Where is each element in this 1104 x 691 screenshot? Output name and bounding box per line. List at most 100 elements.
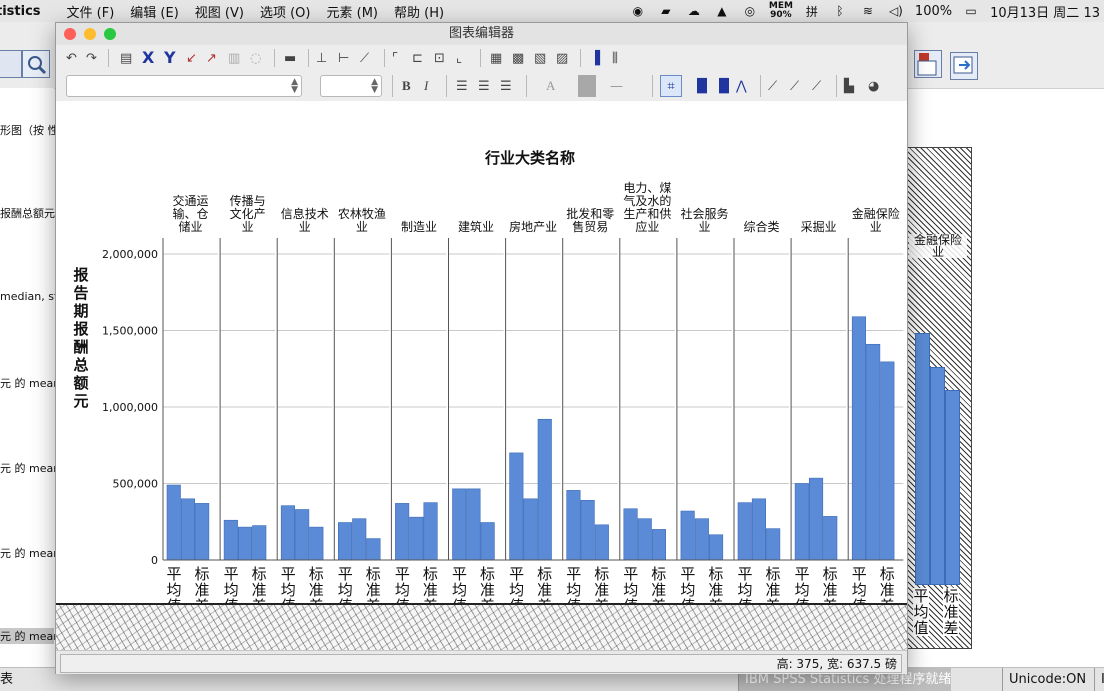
italic-button[interactable]: I xyxy=(424,77,428,95)
chart-editor-window: 图表编辑器 ↶ ↷ ▤ X Y ↙ ↗ ▥ ◌ ▬ ⊥ ⊢ ⟋ ⌜ ⊏ ⊡ ⌞ … xyxy=(55,22,908,674)
bar xyxy=(637,518,652,561)
y-axis-label-char: 总 xyxy=(73,356,88,374)
legend-icon[interactable]: ▧ xyxy=(534,49,546,67)
chart-canvas[interactable]: 行业大类名称报告期报酬总额元 0 500,000 1,000,000 1,500,000… xyxy=(56,101,907,615)
screen-icon[interactable]: ▰ xyxy=(657,3,675,19)
layout-icon[interactable]: ▨ xyxy=(556,49,568,67)
bar xyxy=(252,525,267,561)
font-size-field[interactable]: ▲ ▼ xyxy=(320,75,382,97)
align-right-icon[interactable]: ☰ xyxy=(500,77,512,95)
y-axis-label-char: 报 xyxy=(73,266,88,284)
outline-item[interactable]: median, st xyxy=(0,290,58,303)
menu-view[interactable]: 视图 (V) xyxy=(187,2,252,21)
bar xyxy=(409,516,424,561)
data-table-icon[interactable]: ⌗ xyxy=(660,75,682,97)
clock[interactable]: 10月13日 周二 13 xyxy=(990,2,1100,21)
cloud-icon[interactable]: ☁ xyxy=(685,3,703,19)
properties-icon[interactable]: ▤ xyxy=(120,49,132,67)
histogram-icon[interactable]: ▙ xyxy=(844,77,854,95)
y-axis-label-char: 元 xyxy=(73,392,88,410)
font-color-button[interactable]: A xyxy=(546,77,555,95)
battery-icon[interactable]: ▭ xyxy=(962,3,980,19)
menu-edit[interactable]: 编辑 (E) xyxy=(122,2,187,21)
bar xyxy=(295,509,310,561)
bar xyxy=(566,490,581,561)
pie-chart-icon[interactable]: ◕ xyxy=(868,77,879,95)
input-method-icon[interactable]: 拼 xyxy=(803,3,821,19)
line-style-button[interactable]: — xyxy=(610,77,623,95)
minimize-button[interactable] xyxy=(84,28,96,40)
interpolation-icon[interactable]: ⟋ xyxy=(812,77,821,95)
zoom-button[interactable] xyxy=(104,28,116,40)
fit-line-icon[interactable]: ⟋ xyxy=(360,49,369,67)
fill-color-button[interactable] xyxy=(578,75,596,97)
bar-chart-type-icon[interactable]: ▐▌ xyxy=(692,77,712,95)
delete-icon[interactable]: ▥ xyxy=(228,49,240,67)
selected-panel-frame[interactable]: 金融保险业 平均值 标准差 xyxy=(906,147,972,649)
battery-percent: 100% xyxy=(914,3,953,19)
bluetooth-icon[interactable]: ᛒ xyxy=(831,3,849,19)
app-menu[interactable]: tistics xyxy=(0,4,59,19)
hat-icon[interactable]: ▲ xyxy=(713,3,731,19)
rescale-icon[interactable]: ↗ xyxy=(206,49,217,67)
magnifier-icon xyxy=(28,56,47,75)
y-tick-label: 1,500,000 xyxy=(102,325,158,338)
stacked-bar-icon[interactable]: ▐▌ xyxy=(714,77,734,95)
bold-button[interactable]: B xyxy=(402,77,411,95)
document-icon[interactable] xyxy=(0,50,22,78)
menu-help[interactable]: 帮助 (H) xyxy=(386,2,452,21)
ref-line-y-icon[interactable]: ⊢ xyxy=(338,49,349,67)
outline-item-selected[interactable]: 元 的 mear xyxy=(0,628,58,644)
annotation-icon[interactable]: ⊏ xyxy=(412,49,423,67)
pivot-icon[interactable] xyxy=(914,50,942,78)
find-icon[interactable] xyxy=(22,50,50,78)
outline-item[interactable]: 报酬总额元 xyxy=(0,205,55,221)
lasso-icon[interactable]: ◌ xyxy=(250,49,261,67)
redo-icon[interactable]: ↷ xyxy=(86,49,97,67)
wifi-icon[interactable]: ≋ xyxy=(859,3,877,19)
grid-icon[interactable]: ▦ xyxy=(490,49,502,67)
select-x-axis-icon[interactable]: X xyxy=(142,48,154,67)
outline-item[interactable]: 元 的 mear xyxy=(0,375,58,391)
comment-icon[interactable]: ▬ xyxy=(284,49,296,67)
volume-icon[interactable]: ◁) xyxy=(887,3,905,19)
bar xyxy=(280,505,295,561)
export-icon[interactable] xyxy=(950,52,978,80)
menu-options[interactable]: 选项 (O) xyxy=(252,2,319,21)
outline-item[interactable]: 元 的 mear xyxy=(0,545,58,561)
align-left-icon[interactable]: ☰ xyxy=(456,77,468,95)
editor-status-bar: 高: 375, 宽: 637.5 磅 xyxy=(56,650,907,674)
memory-indicator[interactable]: MEM 90% xyxy=(769,2,793,20)
footnote-icon[interactable]: ⌞ xyxy=(456,49,462,67)
panel-category-label: 建筑业 xyxy=(458,219,494,234)
scatter-icon[interactable]: ⟋ xyxy=(768,77,777,95)
line-chart-icon[interactable]: ⋀ xyxy=(736,77,747,95)
outline-item[interactable]: 形图（按 性 xyxy=(0,122,59,138)
textbox-icon[interactable]: ⊡ xyxy=(434,49,445,67)
panel-category-label: 应业 xyxy=(635,219,659,234)
font-family-select[interactable]: ▲ ▼ xyxy=(66,75,302,97)
menu-file[interactable]: 文件 (F) xyxy=(59,2,123,21)
bar-label-icon[interactable]: ▐ xyxy=(590,49,600,67)
scale-icon[interactable]: ↙ xyxy=(186,49,197,67)
record-icon[interactable]: ◉ xyxy=(629,3,647,19)
area-icon[interactable]: ⟋ xyxy=(790,77,799,95)
editor-titlebar: 图表编辑器 xyxy=(56,23,907,46)
bar xyxy=(395,503,410,561)
close-button[interactable] xyxy=(64,28,76,40)
ref-line-x-icon[interactable]: ⊥ xyxy=(316,49,327,67)
bar-chart[interactable]: 行业大类名称报告期报酬总额元 0 500,000 1,000,000 1,500,000… xyxy=(56,101,907,615)
output-outline: 形图（按 性 报酬总额元 median, st 元 的 mear 元 的 mea… xyxy=(0,88,59,668)
outline-item[interactable]: 元 的 mear xyxy=(0,460,58,476)
align-center-icon[interactable]: ☰ xyxy=(478,77,490,95)
table-icon xyxy=(917,53,937,76)
select-y-axis-icon[interactable]: Y xyxy=(164,48,176,67)
menu-elements[interactable]: 元素 (M) xyxy=(318,2,386,21)
y-axis-label-char: 期 xyxy=(73,302,88,320)
title-icon[interactable]: ⌜ xyxy=(392,49,398,67)
undo-icon[interactable]: ↶ xyxy=(66,49,77,67)
eye-icon[interactable]: ◎ xyxy=(741,3,759,19)
bar-chart-icon[interactable]: ⫼ xyxy=(612,49,618,67)
y-axis-label-char: 酬 xyxy=(73,338,88,356)
gridlines-icon[interactable]: ▩ xyxy=(512,49,524,67)
